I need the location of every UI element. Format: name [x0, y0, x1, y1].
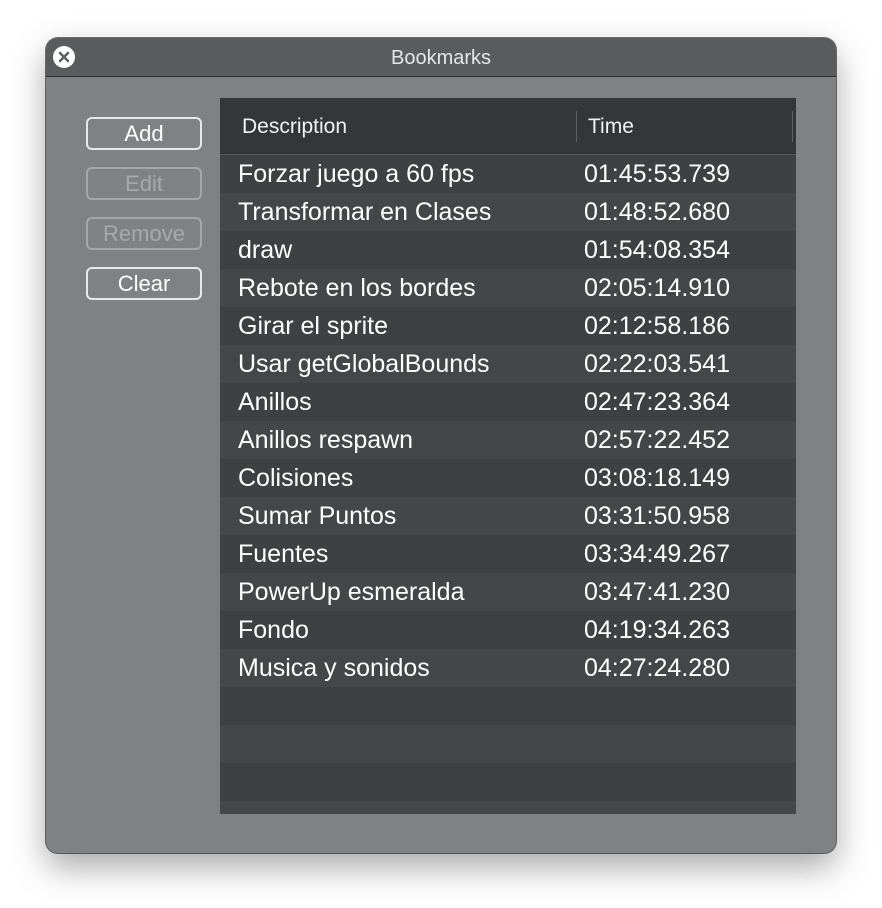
table-row[interactable]: Anillos 02:47:23.364	[220, 383, 796, 421]
edit-button[interactable]: Edit	[86, 167, 202, 200]
column-divider[interactable]	[792, 111, 793, 142]
clear-button[interactable]: Clear	[86, 267, 202, 300]
time-cell: 01:48:52.680	[584, 198, 730, 226]
table-row[interactable]: Sumar Puntos 03:31:50.958	[220, 497, 796, 535]
empty-row	[220, 725, 796, 763]
time-cell: 02:05:14.910	[584, 274, 730, 302]
table-row[interactable]: Girar el sprite 02:12:58.186	[220, 307, 796, 345]
description-cell: Usar getGlobalBounds	[238, 350, 490, 378]
description-cell: Forzar juego a 60 fps	[238, 160, 475, 188]
empty-row	[220, 763, 796, 801]
time-cell: 03:08:18.149	[584, 464, 730, 492]
table-row[interactable]: draw 01:54:08.354	[220, 231, 796, 269]
time-cell: 02:22:03.541	[584, 350, 730, 378]
title-bar[interactable]: Bookmarks	[46, 38, 836, 77]
table-row[interactable]: Colisiones 03:08:18.149	[220, 459, 796, 497]
table-row[interactable]: Anillos respawn 02:57:22.452	[220, 421, 796, 459]
description-cell: Sumar Puntos	[238, 502, 397, 530]
window-title: Bookmarks	[390, 47, 492, 69]
time-cell: 03:31:50.958	[584, 502, 730, 530]
add-button[interactable]: Add	[86, 117, 202, 150]
column-header-description[interactable]: Description	[242, 115, 347, 139]
description-cell: Fuentes	[238, 540, 329, 568]
description-cell: Girar el sprite	[238, 312, 389, 340]
table-row[interactable]: Fondo 04:19:34.263	[220, 611, 796, 649]
table-row[interactable]: Transformar en Clases 01:48:52.680	[220, 193, 796, 231]
description-cell: Musica y sonidos	[238, 654, 430, 682]
column-divider[interactable]	[576, 111, 577, 142]
time-cell: 04:27:24.280	[584, 654, 730, 682]
description-cell: Transformar en Clases	[238, 198, 492, 226]
table-body: Forzar juego a 60 fps 01:45:53.739 Transfo…	[220, 155, 796, 814]
table-row[interactable]: Usar getGlobalBounds 02:22:03.541	[220, 345, 796, 383]
time-cell: 02:57:22.452	[584, 426, 730, 454]
table-row[interactable]: PowerUp esmeralda 03:47:41.230	[220, 573, 796, 611]
description-cell: Colisiones	[238, 464, 354, 492]
description-cell: Anillos respawn	[238, 426, 414, 454]
time-cell: 03:47:41.230	[584, 578, 730, 606]
description-cell: Rebote en los bordes	[238, 274, 476, 302]
description-cell: PowerUp esmeralda	[238, 578, 465, 606]
time-cell: 02:47:23.364	[584, 388, 730, 416]
time-cell: 01:54:08.354	[584, 236, 730, 264]
table-row[interactable]: Rebote en los bordes 02:05:14.910	[220, 269, 796, 307]
remove-button[interactable]: Remove	[86, 217, 202, 250]
empty-row	[220, 687, 796, 725]
time-cell: 02:12:58.186	[584, 312, 730, 340]
time-cell: 03:34:49.267	[584, 540, 730, 568]
table-row[interactable]: Fuentes 03:34:49.267	[220, 535, 796, 573]
table-row[interactable]: Musica y sonidos 04:27:24.280	[220, 649, 796, 687]
time-cell: 01:45:53.739	[584, 160, 730, 188]
bookmarks-table[interactable]: Description Time Forzar juego a 60 fps 01…	[220, 98, 796, 814]
bookmarks-window: Bookmarks Add Edit Remove Clear Descript…	[46, 38, 836, 853]
description-cell: Anillos	[238, 388, 312, 416]
table-header: Description Time	[220, 98, 796, 155]
table-row[interactable]: Forzar juego a 60 fps 01:45:53.739	[220, 155, 796, 193]
description-cell: Fondo	[238, 616, 309, 644]
column-header-time[interactable]: Time	[588, 115, 634, 139]
description-cell: draw	[238, 236, 293, 264]
empty-row	[220, 801, 796, 814]
time-cell: 04:19:34.263	[584, 616, 730, 644]
